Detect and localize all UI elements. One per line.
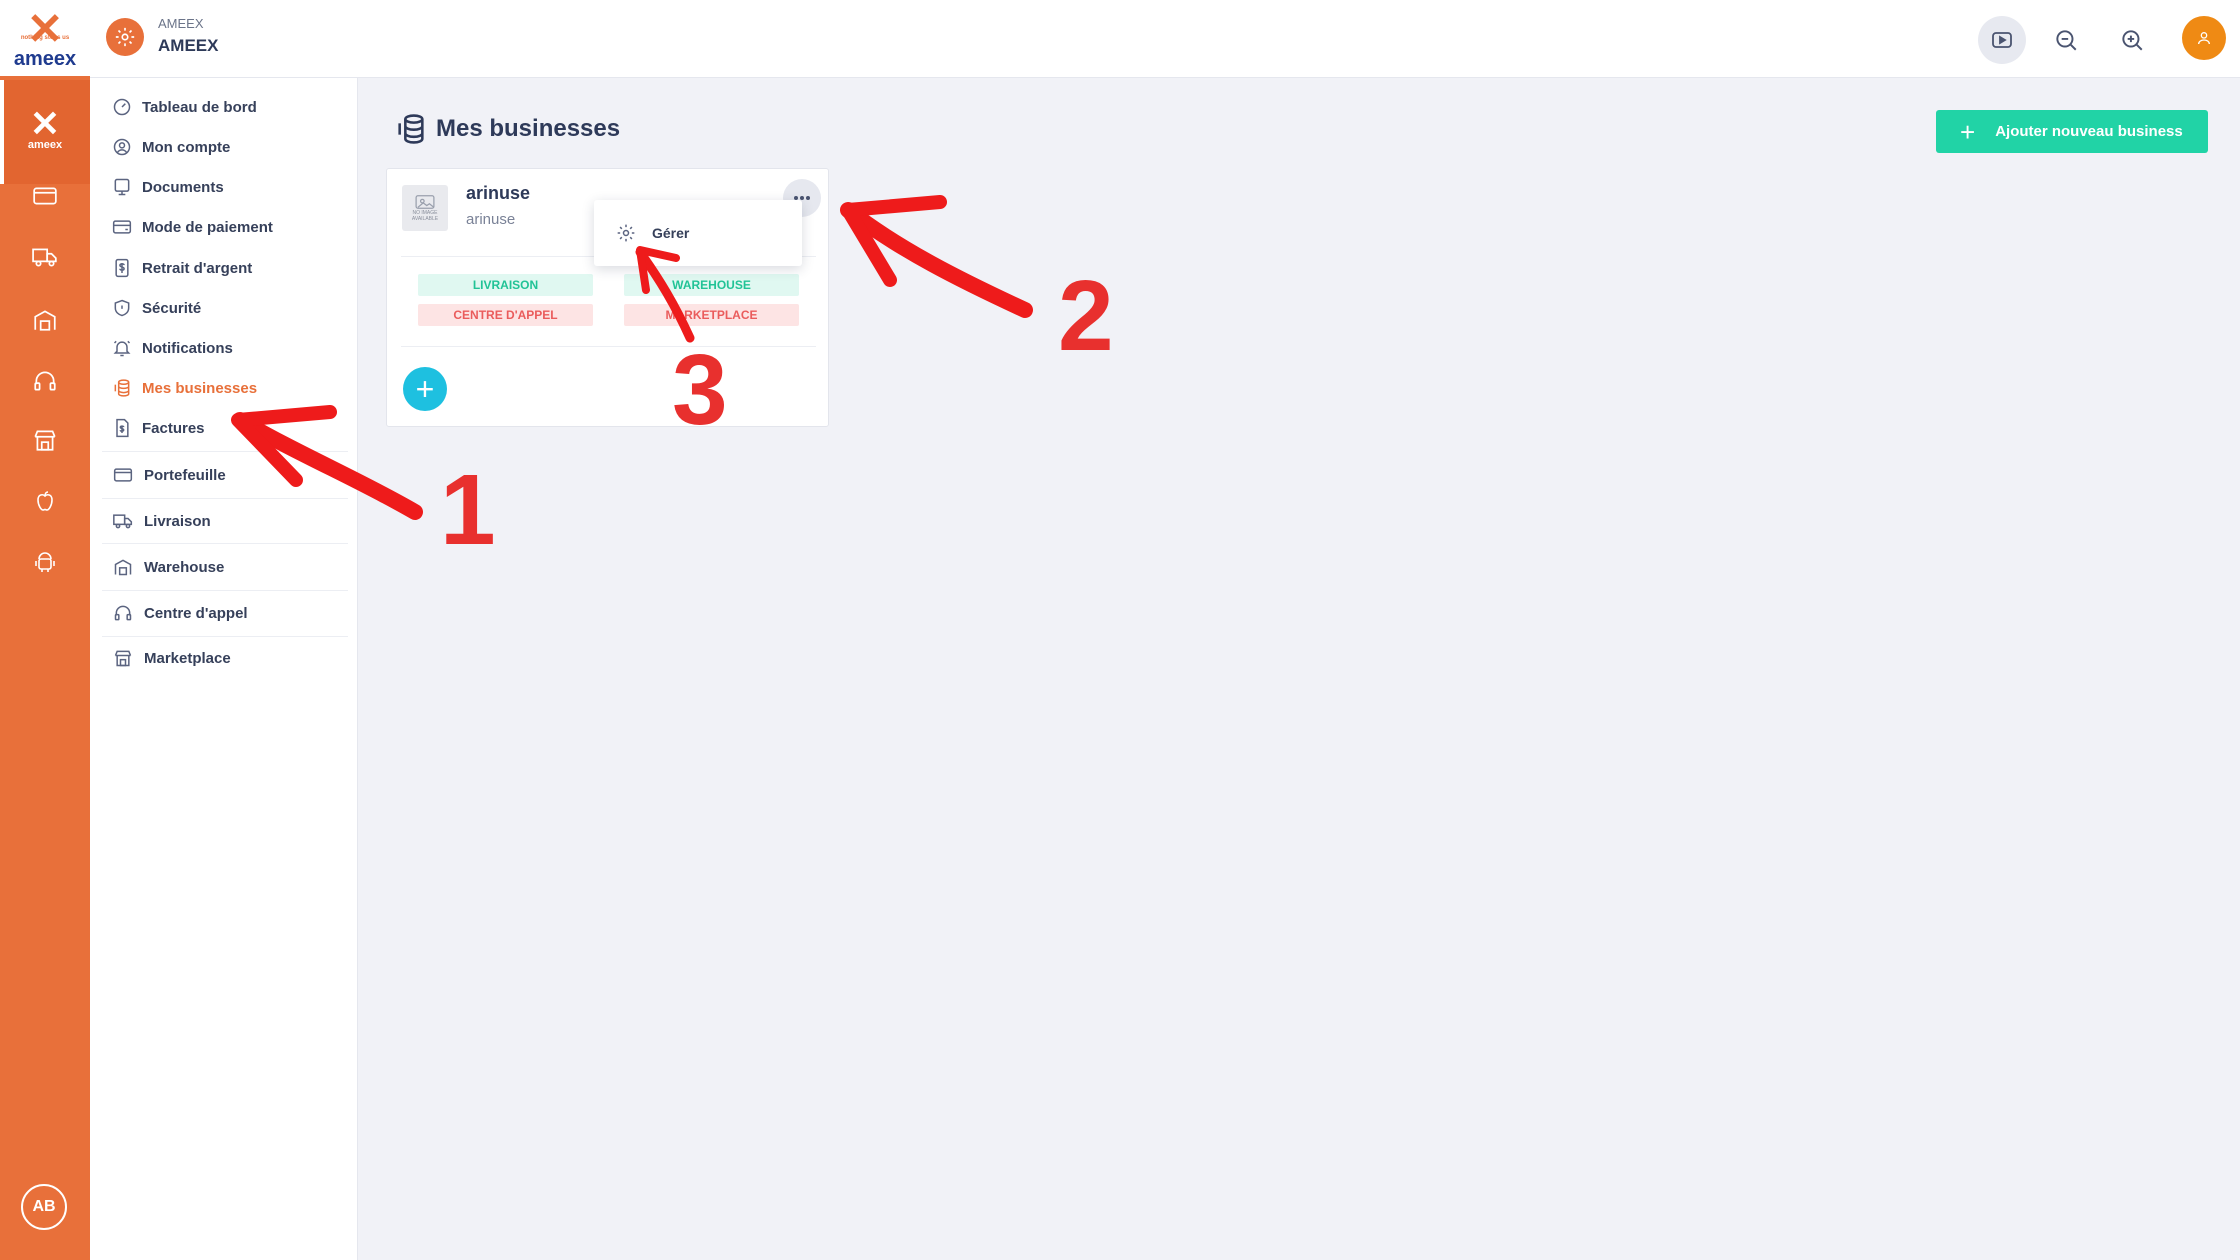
business-image-placeholder: NO IMAGE AVAILABLE bbox=[402, 185, 448, 231]
shield-icon bbox=[114, 299, 130, 317]
service-tag-marketplace: MARKETPLACE bbox=[624, 304, 799, 326]
gear-icon bbox=[617, 224, 635, 242]
menu-item-warehouse[interactable]: Warehouse bbox=[112, 549, 342, 585]
business-name: AMEEX bbox=[158, 36, 219, 55]
menu-divider bbox=[102, 451, 348, 452]
business-subtitle: arinuse bbox=[466, 211, 516, 228]
card-divider bbox=[401, 346, 816, 347]
zoom-out-button[interactable] bbox=[2042, 16, 2090, 64]
menu-divider bbox=[102, 498, 348, 499]
card-options-menu: Gérer bbox=[594, 200, 802, 266]
menu-item-mon-compte[interactable]: Mon compte bbox=[112, 129, 342, 165]
menu-item-label: Marketplace bbox=[144, 649, 231, 667]
menu-item-notifications[interactable]: Notifications bbox=[112, 330, 342, 366]
menu-item-mode-de-paiement[interactable]: Mode de paiement bbox=[112, 209, 342, 245]
rail-home-logo-icon: ✕ ameex bbox=[27, 103, 63, 151]
document-icon bbox=[114, 178, 130, 196]
video-tutorial-button[interactable] bbox=[1978, 16, 2026, 64]
menu-item-label: Tableau de bord bbox=[142, 98, 257, 116]
truck-icon[interactable] bbox=[25, 237, 65, 277]
menu-item-label: Factures bbox=[142, 419, 205, 437]
page-title: Mes businesses bbox=[394, 112, 620, 146]
wallet-icon bbox=[113, 468, 133, 482]
menu-item-label: Documents bbox=[142, 178, 224, 196]
menu-item-tableau-de-bord[interactable]: Tableau de bord bbox=[112, 89, 342, 125]
annotation-number-3: 3 bbox=[672, 334, 728, 446]
menu-item-label: Mode de paiement bbox=[142, 218, 273, 236]
annotation-number-1: 1 bbox=[440, 454, 496, 566]
store-icon bbox=[114, 650, 132, 667]
apple-icon[interactable] bbox=[25, 481, 65, 521]
top-bar: AMEEX AMEEX bbox=[90, 0, 2240, 78]
credit-card-icon bbox=[112, 220, 132, 234]
android-icon[interactable] bbox=[25, 542, 65, 582]
add-business-label: Ajouter nouveau business bbox=[1995, 123, 2183, 140]
menu-item-portefeuille[interactable]: Portefeuille bbox=[112, 457, 342, 493]
menu-item-mes-businesses[interactable]: Mes businesses bbox=[112, 370, 342, 406]
add-service-button[interactable]: + bbox=[403, 367, 447, 411]
menu-divider bbox=[102, 636, 348, 637]
menu-divider bbox=[102, 590, 348, 591]
ameex-logo[interactable]: ✕ ameex nothing stops us bbox=[0, 0, 90, 76]
menu-item-label: Retrait d'argent bbox=[142, 259, 253, 277]
menu-item-livraison[interactable]: Livraison bbox=[112, 503, 342, 539]
menu-item-securite[interactable]: Sécurité bbox=[112, 290, 342, 326]
no-image-text: NO IMAGE AVAILABLE bbox=[411, 210, 439, 222]
service-tag-warehouse: WAREHOUSE bbox=[624, 274, 799, 296]
plus-icon: + bbox=[1960, 116, 1976, 147]
coins-icon bbox=[398, 114, 424, 144]
menu-item-label: Portefeuille bbox=[144, 466, 226, 484]
service-tag-livraison: LIVRAISON bbox=[418, 274, 593, 296]
menu-item-retrait-d-argent[interactable]: Retrait d'argent bbox=[112, 250, 342, 286]
user-avatar[interactable]: AB bbox=[21, 1184, 67, 1230]
menu-item-label: Centre d'appel bbox=[144, 604, 248, 622]
app-rail: ✕ ameex nothing stops us ✕ ameex AB bbox=[0, 0, 90, 1260]
menu-item-label: Mon compte bbox=[142, 138, 231, 156]
warehouse-icon bbox=[114, 559, 132, 576]
business-name[interactable]: arinuse bbox=[466, 183, 530, 204]
image-placeholder-icon bbox=[415, 195, 435, 209]
invoice-icon bbox=[116, 418, 129, 438]
business-settings-icon[interactable] bbox=[106, 18, 144, 56]
dashboard-icon bbox=[113, 98, 131, 116]
menu-item-label: Notifications bbox=[142, 339, 233, 357]
add-business-button[interactable]: + Ajouter nouveau business bbox=[1936, 110, 2208, 153]
menu-item-centre-d-appel[interactable]: Centre d'appel bbox=[112, 595, 342, 631]
wallet-icon[interactable] bbox=[25, 176, 65, 216]
user-circle-icon bbox=[113, 138, 131, 156]
menu-option-gerer[interactable]: Gérer bbox=[652, 225, 689, 241]
zoom-in-button[interactable] bbox=[2108, 16, 2156, 64]
headset-icon bbox=[114, 605, 132, 621]
menu-item-label: Mes businesses bbox=[142, 379, 258, 397]
money-receipt-icon bbox=[115, 258, 129, 278]
arrow-2 bbox=[840, 202, 1033, 318]
store-icon[interactable] bbox=[25, 420, 65, 460]
menu-item-label: Livraison bbox=[144, 512, 211, 530]
menu-divider bbox=[102, 543, 348, 544]
menu-item-marketplace[interactable]: Marketplace bbox=[112, 640, 342, 676]
warehouse-icon[interactable] bbox=[25, 300, 65, 340]
service-tag-centre-d-appel: CENTRE D'APPEL bbox=[418, 304, 593, 326]
coins-icon bbox=[114, 379, 130, 397]
annotation-number-2: 2 bbox=[1058, 260, 1114, 372]
menu-item-label: Warehouse bbox=[144, 558, 225, 576]
truck-icon bbox=[113, 514, 133, 529]
bell-icon bbox=[113, 340, 131, 357]
page-title-text: Mes businesses bbox=[436, 115, 621, 142]
menu-item-label: Sécurité bbox=[142, 299, 202, 317]
headset-icon[interactable] bbox=[25, 361, 65, 401]
menu-item-documents[interactable]: Documents bbox=[112, 169, 342, 205]
menu-item-factures[interactable]: Factures bbox=[112, 410, 342, 446]
business-label: AMEEX bbox=[158, 16, 204, 31]
profile-menu-button[interactable] bbox=[2182, 16, 2226, 60]
arrow-2-head bbox=[841, 195, 947, 287]
